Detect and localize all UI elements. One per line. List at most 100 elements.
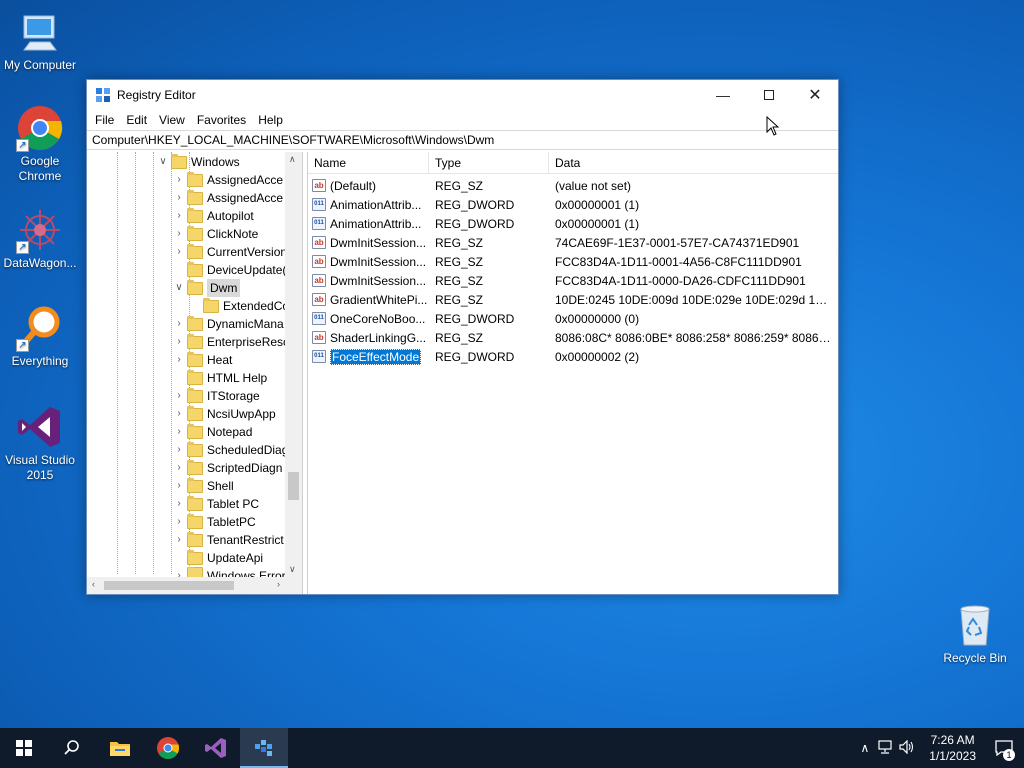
menu-file[interactable]: File: [89, 113, 120, 127]
value-row[interactable]: ab DwmInitSession... REG_SZ 74CAE69F-1E37-0…: [308, 233, 838, 252]
chevron-right-icon[interactable]: ›: [173, 351, 185, 369]
menu-view[interactable]: View: [153, 113, 191, 127]
desktop-icon-google-chrome[interactable]: ↗ Google Chrome: [0, 104, 80, 184]
desktop-icon-datawagon[interactable]: ↗ DataWagon...: [0, 206, 80, 271]
chevron-right-icon[interactable]: ›: [173, 315, 185, 333]
volume-icon[interactable]: [897, 739, 921, 757]
tree-item[interactable]: › DynamicMana: [173, 315, 284, 333]
chevron-right-icon[interactable]: ›: [173, 189, 185, 207]
tree-item[interactable]: HTML Help: [173, 369, 267, 387]
chevron-right-icon[interactable]: ›: [173, 207, 185, 225]
chevron-right-icon[interactable]: ›: [173, 387, 185, 405]
value-row[interactable]: ab (Default) REG_SZ (value not set): [308, 176, 838, 195]
tree-item[interactable]: › Notepad: [173, 423, 252, 441]
tree-item[interactable]: › Heat: [173, 351, 232, 369]
taskbar-file-explorer[interactable]: [96, 728, 144, 768]
chevron-right-icon[interactable]: ›: [173, 405, 185, 423]
start-button[interactable]: [0, 728, 48, 768]
desktop-icon-label: DataWagon...: [3, 256, 77, 270]
tree-item[interactable]: › ScriptedDiagn: [173, 459, 282, 477]
chevron-right-icon[interactable]: ›: [173, 441, 185, 459]
clock[interactable]: 7:26 AM 1/1/2023: [921, 732, 984, 764]
folder-icon: [187, 171, 203, 187]
chevron-right-icon[interactable]: ›: [173, 477, 185, 495]
tree-vertical-scrollbar[interactable]: ∧ ∨: [285, 152, 302, 577]
scroll-thumb[interactable]: [288, 472, 299, 500]
notification-center-button[interactable]: 1: [984, 728, 1024, 768]
menu-favorites[interactable]: Favorites: [191, 113, 252, 127]
desktop-icon-visual-studio[interactable]: Visual Studio 2015: [0, 403, 80, 483]
chevron-down-icon[interactable]: ∨: [173, 279, 185, 297]
values-list[interactable]: Name Type Data ab (Default) REG_SZ (value n…: [308, 151, 838, 594]
magnifier-icon: ↗: [16, 304, 64, 352]
minimize-button[interactable]: —: [700, 80, 746, 110]
tree-item-windows[interactable]: ∨ Windows: [157, 153, 240, 171]
chevron-right-icon[interactable]: ›: [173, 495, 185, 513]
chevron-right-icon[interactable]: ›: [173, 225, 185, 243]
desktop-icon-recycle-bin[interactable]: Recycle Bin: [935, 601, 1015, 666]
chevron-right-icon[interactable]: ›: [173, 171, 185, 189]
title-bar[interactable]: Registry Editor — ✕: [87, 80, 838, 110]
taskbar-registry-editor[interactable]: [240, 728, 288, 768]
value-name-edit-field[interactable]: FoceEffectMode: [330, 348, 422, 365]
show-hidden-icons-chevron-icon[interactable]: ∧: [856, 741, 873, 755]
desktop-icon-everything[interactable]: ↗ Everything: [0, 304, 80, 369]
column-header-data[interactable]: Data: [549, 152, 837, 174]
key-tree[interactable]: ∨ Windows › AssignedAcce › AssignedAcce › Au…: [87, 152, 303, 594]
chevron-down-icon[interactable]: ∨: [157, 153, 169, 171]
chevron-right-icon[interactable]: ›: [173, 423, 185, 441]
value-row[interactable]: ab ShaderLinkingG... REG_SZ 8086:08C* 8086:…: [308, 328, 838, 347]
maximize-button[interactable]: [746, 80, 792, 110]
tree-horizontal-scrollbar[interactable]: ‹ ›: [87, 577, 302, 594]
value-row[interactable]: 011 AnimationAttrib... REG_DWORD 0x00000001…: [308, 195, 838, 214]
string-value-icon: ab: [312, 255, 326, 268]
tree-item[interactable]: › ClickNote: [173, 225, 258, 243]
column-header-name[interactable]: Name: [308, 151, 429, 174]
tree-item[interactable]: › Windows Error: [173, 567, 286, 577]
tree-item[interactable]: › Shell: [173, 477, 234, 495]
tree-item[interactable]: DeviceUpdate(: [173, 261, 286, 279]
column-header-type[interactable]: Type: [429, 151, 549, 174]
chevron-right-icon[interactable]: ›: [173, 333, 185, 351]
tree-item[interactable]: ExtendedCo: [203, 297, 289, 315]
scroll-down-icon[interactable]: ∨: [289, 564, 296, 575]
tree-item[interactable]: › EnterpriseResc: [173, 333, 289, 351]
value-row[interactable]: 011 AnimationAttrib... REG_DWORD 0x00000001…: [308, 214, 838, 233]
tree-item[interactable]: › AssignedAcce: [173, 189, 283, 207]
desktop-icon-my-computer[interactable]: My Computer: [0, 8, 80, 73]
address-bar[interactable]: Computer\HKEY_LOCAL_MACHINE\SOFTWARE\Mic…: [87, 130, 838, 150]
value-row[interactable]: ab DwmInitSession... REG_SZ FCC83D4A-1D11-0…: [308, 271, 838, 290]
tree-item[interactable]: › TenantRestrict: [173, 531, 284, 549]
scroll-left-icon[interactable]: ‹: [92, 579, 95, 589]
tree-item[interactable]: › ITStorage: [173, 387, 260, 405]
taskbar-visual-studio[interactable]: [192, 728, 240, 768]
network-icon[interactable]: [873, 739, 897, 757]
tree-item[interactable]: › NcsiUwpApp: [173, 405, 276, 423]
value-row[interactable]: ab GradientWhitePi... REG_SZ 10DE:0245 10DE…: [308, 290, 838, 309]
chevron-right-icon[interactable]: ›: [173, 531, 185, 549]
scroll-right-icon[interactable]: ›: [277, 579, 280, 589]
tree-item-dwm[interactable]: ∨ Dwm: [173, 279, 241, 297]
menu-help[interactable]: Help: [252, 113, 289, 127]
chevron-right-icon[interactable]: ›: [173, 567, 185, 577]
chevron-right-icon[interactable]: ›: [173, 459, 185, 477]
tree-item[interactable]: UpdateApi: [173, 549, 263, 567]
tree-item[interactable]: › TabletPC: [173, 513, 256, 531]
menu-edit[interactable]: Edit: [120, 113, 153, 127]
chevron-right-icon[interactable]: ›: [173, 243, 185, 261]
chevron-right-icon[interactable]: ›: [173, 513, 185, 531]
tree-item[interactable]: › Tablet PC: [173, 495, 259, 513]
tree-item[interactable]: › CurrentVersion: [173, 243, 287, 261]
search-button[interactable]: [48, 728, 96, 768]
scroll-up-icon[interactable]: ∧: [289, 154, 296, 165]
close-button[interactable]: ✕: [792, 80, 838, 110]
tree-item[interactable]: › Autopilot: [173, 207, 254, 225]
tree-item[interactable]: › ScheduledDiag: [173, 441, 288, 459]
value-row-selected[interactable]: 011 FoceEffectMode REG_DWORD 0x00000002 (2): [308, 347, 838, 366]
registry-editor-window[interactable]: Registry Editor — ✕ File Edit View Favor…: [86, 79, 839, 595]
value-row[interactable]: 011 OneCoreNoBoo... REG_DWORD 0x00000000 (0…: [308, 309, 838, 328]
scroll-thumb[interactable]: [104, 581, 234, 590]
tree-item[interactable]: › AssignedAcce: [173, 171, 283, 189]
value-row[interactable]: ab DwmInitSession... REG_SZ FCC83D4A-1D11-0…: [308, 252, 838, 271]
taskbar-chrome[interactable]: [144, 728, 192, 768]
